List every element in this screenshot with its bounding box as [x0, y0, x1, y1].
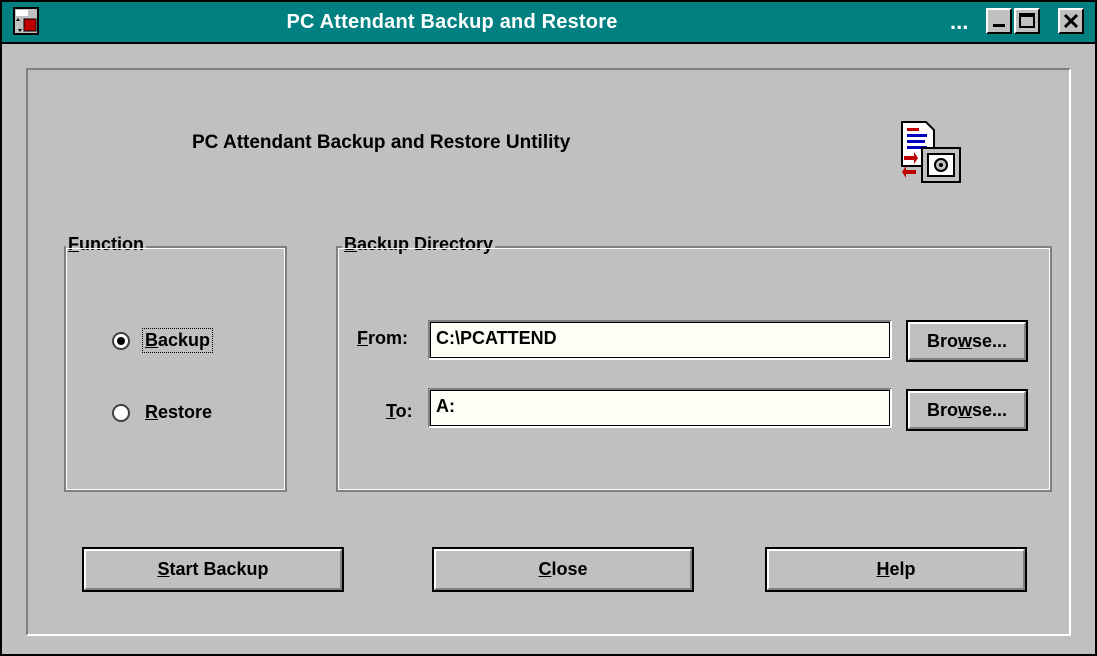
- minimize-icon: [993, 24, 1005, 27]
- browse-from-button-face: Bro w se...: [908, 322, 1026, 360]
- minimize-button[interactable]: [986, 8, 1012, 34]
- function-group: Function: [64, 234, 287, 492]
- browse-to-button-face: Bro w se...: [908, 391, 1026, 429]
- restore-radio-circle[interactable]: [112, 403, 130, 422]
- close-icon: [1063, 13, 1079, 29]
- window-title: PC Attendant Backup and Restore: [286, 11, 618, 33]
- backup-radio[interactable]: Backup: [112, 328, 214, 353]
- title-bar[interactable]: PC Attendant Backup and Restore ...: [2, 2, 1095, 44]
- maximize-icon: [1019, 13, 1035, 28]
- help-button[interactable]: Help: [765, 547, 1027, 592]
- radio-selected-dot: [117, 336, 125, 345]
- backup-radio-label: Backup: [142, 328, 214, 353]
- start-backup-button-face: Start Backup: [84, 549, 342, 590]
- restore-radio-label: Restore: [145, 402, 213, 422]
- browse-from-button[interactable]: Bro w se...: [906, 320, 1028, 362]
- utility-heading: PC Attendant Backup and Restore Untility: [192, 132, 571, 153]
- help-button-face: Help: [767, 549, 1025, 590]
- close-window-button[interactable]: [1058, 8, 1084, 34]
- maximize-button[interactable]: [1014, 8, 1040, 34]
- backup-restore-app-icon: [900, 120, 964, 186]
- backup-radio-circle[interactable]: [112, 331, 130, 350]
- backup-directory-group: Backup Directory: [336, 234, 1052, 492]
- main-window: PC Attendant Backup and Restore ... PC A…: [0, 0, 1097, 656]
- title-ellipsis: ...: [950, 9, 969, 34]
- to-label: To:: [386, 401, 413, 421]
- browse-to-button[interactable]: Bro w se...: [906, 389, 1028, 431]
- from-directory-input[interactable]: C:\PCATTEND: [428, 320, 892, 360]
- function-group-label: Function: [66, 234, 146, 255]
- restore-radio[interactable]: Restore: [112, 400, 215, 425]
- to-directory-input[interactable]: A:: [428, 388, 892, 428]
- close-button[interactable]: Close: [432, 547, 694, 592]
- start-backup-button[interactable]: Start Backup: [82, 547, 344, 592]
- from-label: From:: [357, 328, 408, 348]
- backup-directory-group-label: Backup Directory: [342, 234, 496, 255]
- close-button-face: Close: [434, 549, 692, 590]
